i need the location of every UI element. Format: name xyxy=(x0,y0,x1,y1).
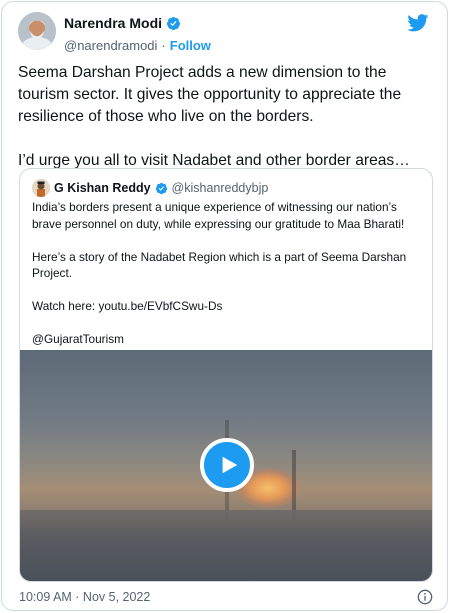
author-handle-row: @narendramodi · Follow xyxy=(64,38,211,53)
tweet-card: Narendra Modi @narendramodi · Follow See… xyxy=(1,1,448,611)
author-handle[interactable]: @narendramodi xyxy=(64,38,157,53)
quoted-paragraph: Watch here: youtu.be/EVbfCSwu-Ds xyxy=(32,299,223,313)
tweet-header: Narendra Modi @narendramodi · Follow xyxy=(18,12,431,56)
quoted-tweet-text: India’s borders present a unique experie… xyxy=(32,199,427,348)
verified-badge-icon xyxy=(166,16,181,30)
quoted-paragraph: @GujaratTourism xyxy=(32,332,124,346)
tweet-text: Seema Darshan Project adds a new dimensi… xyxy=(18,62,438,172)
video-thumbnail[interactable] xyxy=(20,350,432,581)
play-button[interactable] xyxy=(200,438,254,492)
author-names: Narendra Modi @narendramodi · Follow xyxy=(64,15,211,53)
author-display-name[interactable]: Narendra Modi xyxy=(64,15,181,31)
quoted-paragraph: India’s borders present a unique experie… xyxy=(32,200,405,231)
info-icon[interactable] xyxy=(417,589,433,605)
quoted-tweet-header: G Kishan Reddy @kishanreddybjp xyxy=(32,179,268,197)
author-avatar[interactable] xyxy=(18,12,56,50)
thumbnail-ground xyxy=(20,510,432,581)
twitter-bird-icon[interactable] xyxy=(407,14,429,32)
follow-button[interactable]: Follow xyxy=(170,38,211,53)
tweet-paragraph: Seema Darshan Project adds a new dimensi… xyxy=(18,64,402,125)
quoted-paragraph: Here’s a story of the Nadabet Region whi… xyxy=(32,249,407,281)
quoted-author-name: G Kishan Reddy xyxy=(54,181,151,195)
author-name-text[interactable]: Narendra Modi xyxy=(64,15,162,31)
quoted-author-avatar xyxy=(32,179,50,197)
quoted-author-handle: @kishanreddybjp xyxy=(171,181,269,195)
tweet-timestamp[interactable]: 10:09 AM · Nov 5, 2022 xyxy=(19,590,150,604)
verified-badge-icon xyxy=(155,182,167,194)
quoted-tweet[interactable]: G Kishan Reddy @kishanreddybjp India’s b… xyxy=(19,168,433,582)
separator-dot: · xyxy=(161,38,166,53)
play-icon xyxy=(222,456,238,474)
